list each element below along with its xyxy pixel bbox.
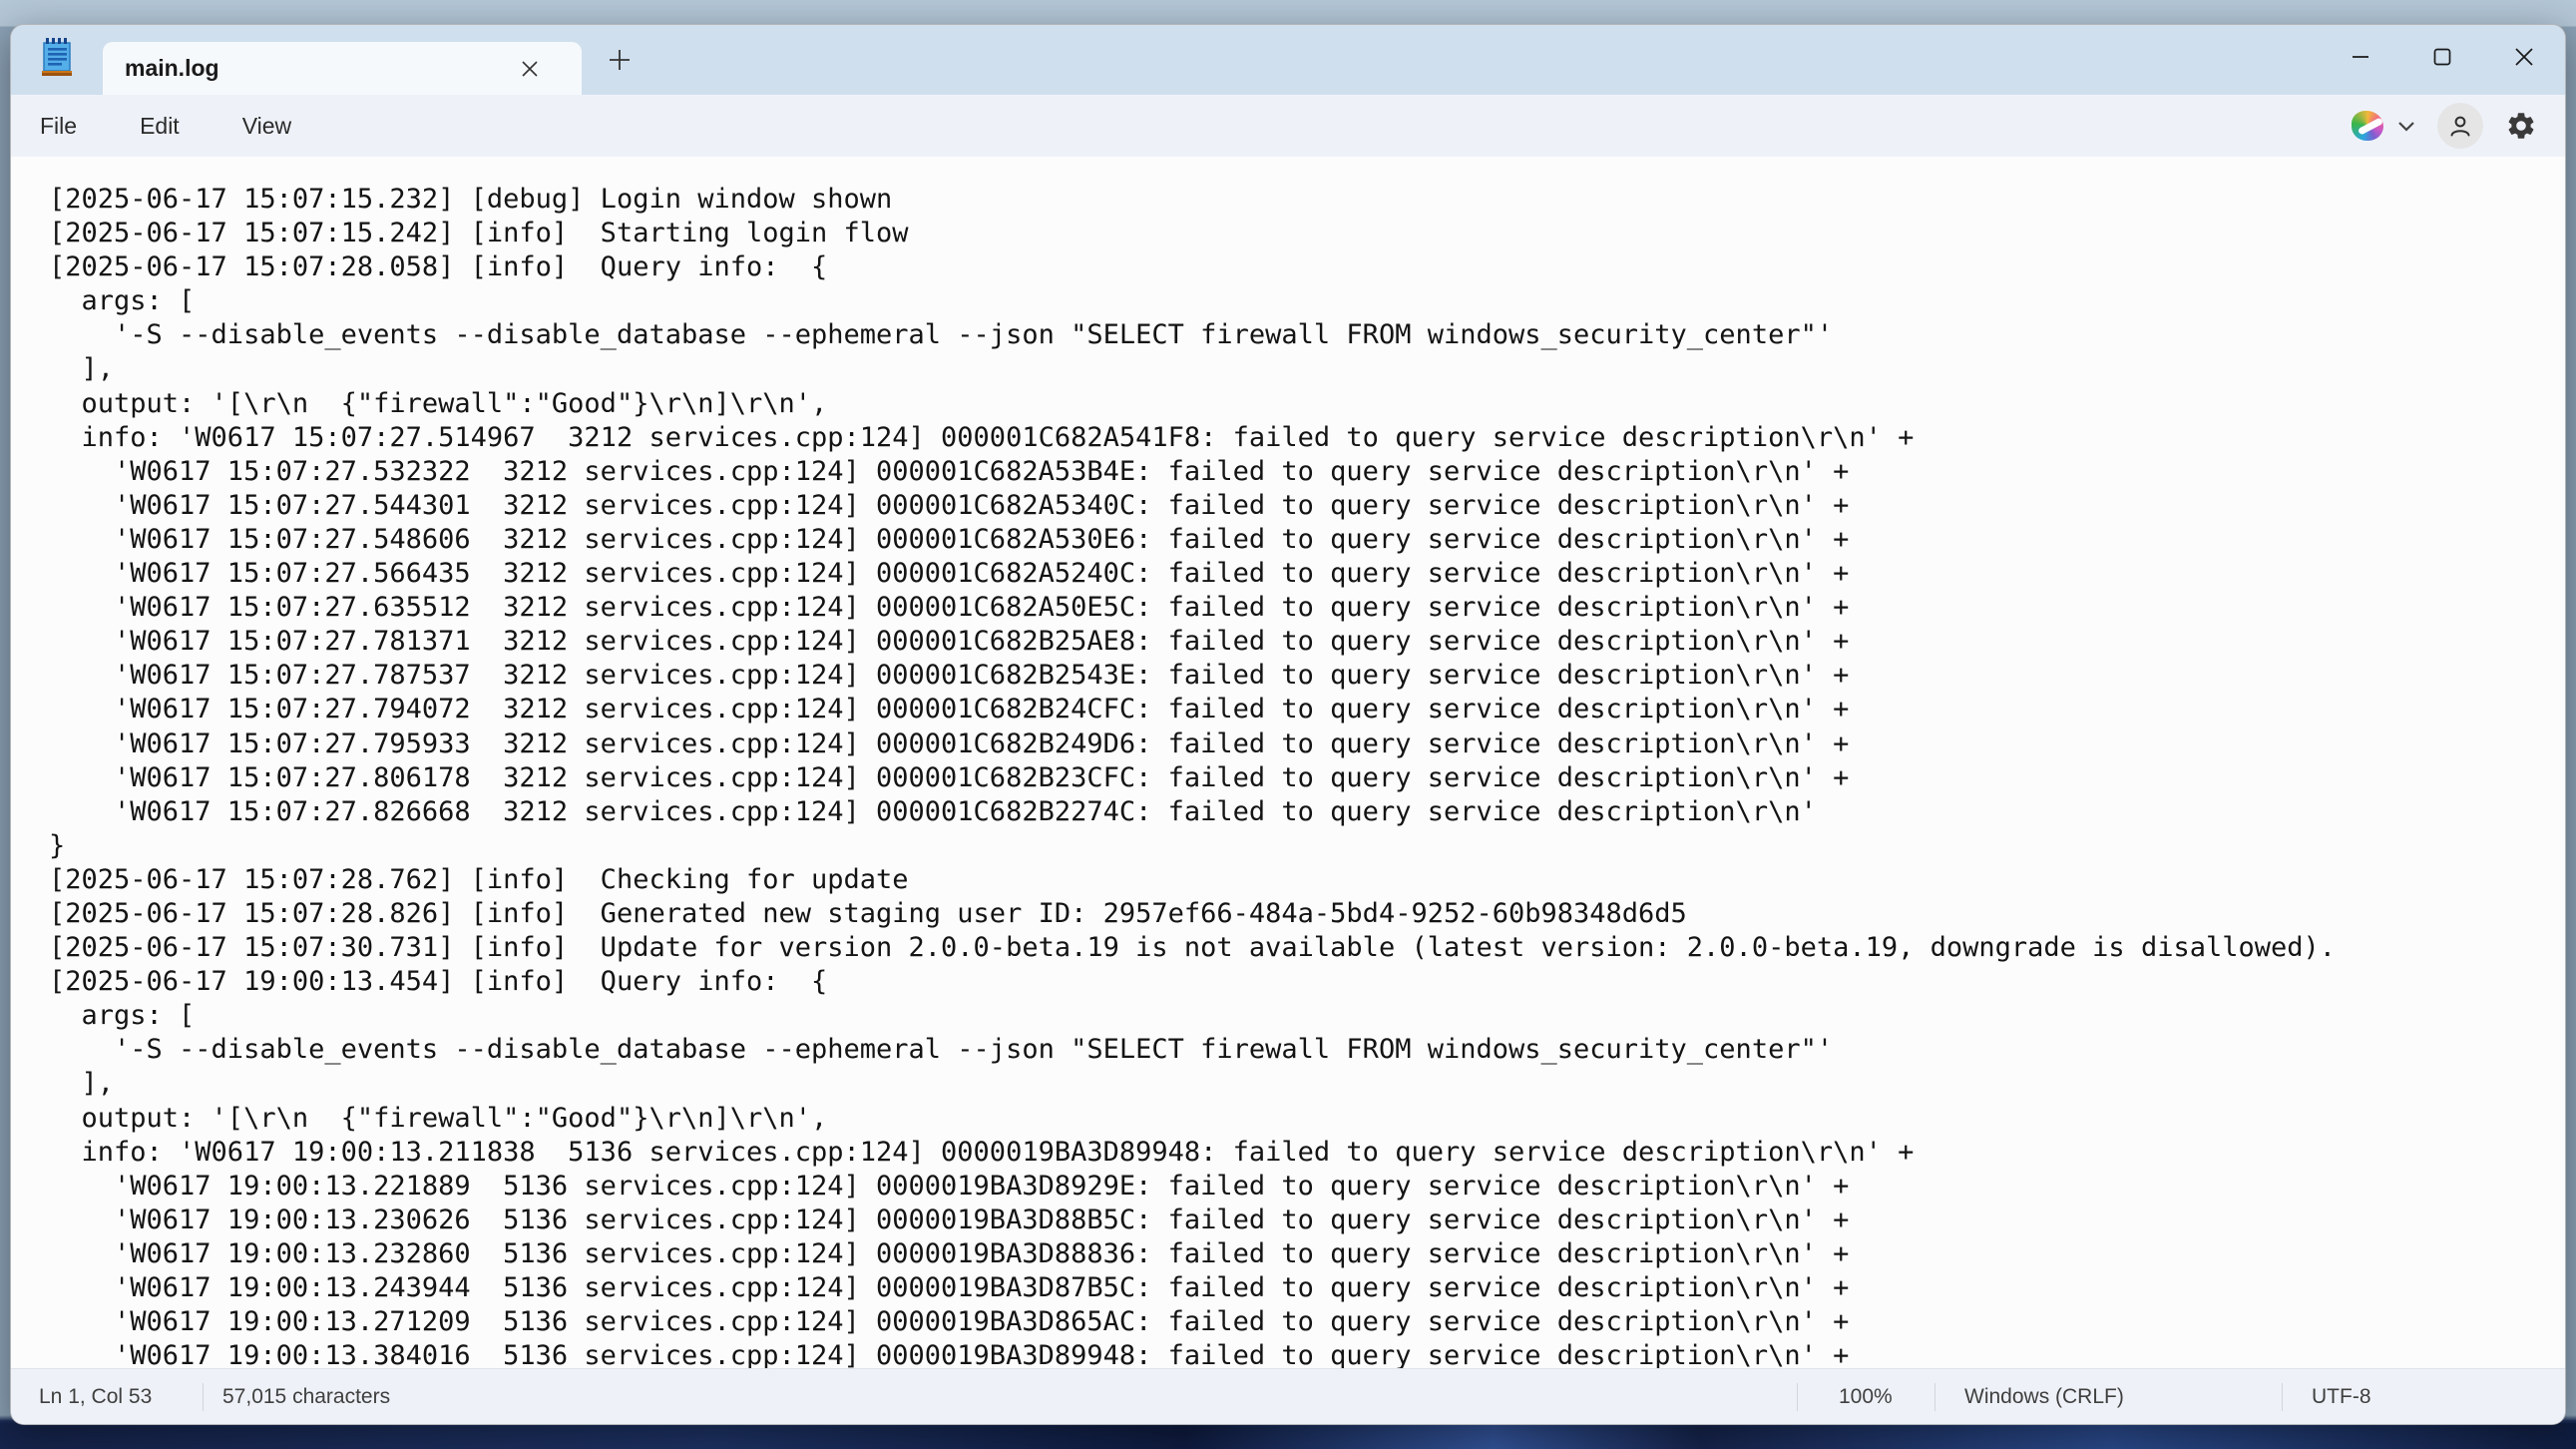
desktop-taskbar-area [0,1423,2576,1449]
log-line: [2025-06-17 15:07:15.232] [debug] Login … [49,183,2565,217]
menu-view[interactable]: View [221,105,312,148]
minimize-button[interactable] [2320,25,2401,89]
chevron-down-icon [2395,115,2417,137]
status-divider [1797,1383,1798,1411]
status-divider [1934,1383,1935,1411]
log-line: 'W0617 19:00:13.221889 5136 services.cpp… [49,1170,2565,1204]
copilot-icon [2352,111,2383,141]
log-line: 'W0617 19:00:13.384016 5136 services.cpp… [49,1339,2565,1368]
settings-button[interactable] [2497,102,2545,150]
log-line: 'W0617 15:07:27.826668 3212 services.cpp… [49,795,2565,829]
tab-close-button[interactable] [510,49,550,89]
log-line: [2025-06-17 15:07:28.058] [info] Query i… [49,250,2565,284]
status-cursor-position: Ln 1, Col 53 [39,1385,152,1409]
log-line: info: 'W0617 15:07:27.514967 3212 servic… [49,421,2565,455]
tab-title: main.log [125,55,219,82]
maximize-icon [2431,46,2453,68]
app-icon-slot [11,25,103,95]
log-line: [2025-06-17 15:07:28.826] [info] Generat… [49,897,2565,931]
account-button[interactable] [2437,103,2483,149]
status-zoom-level[interactable]: 100% [1839,1385,1893,1409]
log-line: 'W0617 15:07:27.806178 3212 services.cpp… [49,761,2565,795]
log-line: '-S --disable_events --disable_database … [49,318,2565,352]
notepad-window: main.log [10,24,2566,1425]
log-line: 'W0617 15:07:27.566435 3212 services.cpp… [49,557,2565,591]
menu-file[interactable]: File [19,105,98,148]
log-line: 'W0617 19:00:13.232860 5136 services.cpp… [49,1237,2565,1271]
status-divider [2282,1383,2283,1411]
copilot-button[interactable] [2346,107,2423,145]
log-line: [2025-06-17 15:07:15.242] [info] Startin… [49,217,2565,250]
new-tab-button[interactable] [598,38,642,82]
tab-main-log[interactable]: main.log [103,42,582,95]
log-line: output: '[\r\n {"firewall":"Good"}\r\n]\… [49,387,2565,421]
status-encoding[interactable]: UTF-8 [2312,1385,2371,1409]
notepad-app-icon [39,37,75,84]
log-line: } [49,829,2565,863]
menubar: File Edit View [11,95,2565,157]
minimize-icon [2350,46,2371,68]
plus-icon [608,48,632,72]
close-icon [2512,45,2536,69]
log-line: 'W0617 15:07:27.635512 3212 services.cpp… [49,591,2565,625]
text-editor-area[interactable]: [2025-06-17 15:07:15.232] [debug] Login … [11,157,2565,1368]
log-line: [2025-06-17 15:07:30.731] [info] Update … [49,931,2565,965]
close-window-button[interactable] [2483,25,2565,89]
status-divider [203,1383,204,1411]
log-line: 'W0617 15:07:27.795933 3212 services.cpp… [49,727,2565,761]
titlebar[interactable]: main.log [11,25,2565,95]
log-line: [2025-06-17 19:00:13.454] [info] Query i… [49,965,2565,999]
maximize-button[interactable] [2401,25,2483,89]
log-line: 'W0617 19:00:13.271209 5136 services.cpp… [49,1305,2565,1339]
menu-edit[interactable]: Edit [119,105,201,148]
gear-icon [2505,110,2537,142]
log-line: 'W0617 15:07:27.781371 3212 services.cpp… [49,625,2565,659]
log-line: 'W0617 19:00:13.230626 5136 services.cpp… [49,1204,2565,1237]
log-line: 'W0617 15:07:27.787537 3212 services.cpp… [49,659,2565,693]
log-line: info: 'W0617 19:00:13.211838 5136 servic… [49,1136,2565,1170]
log-line: 'W0617 15:07:27.548606 3212 services.cpp… [49,523,2565,557]
log-line: 'W0617 15:07:27.794072 3212 services.cpp… [49,693,2565,726]
log-line: '-S --disable_events --disable_database … [49,1033,2565,1067]
log-line: 'W0617 15:07:27.532322 3212 services.cpp… [49,455,2565,489]
person-icon [2447,113,2473,139]
statusbar: Ln 1, Col 53 57,015 characters 100% Wind… [11,1368,2565,1424]
log-line: ], [49,1067,2565,1101]
log-line: 'W0617 19:00:13.243944 5136 services.cpp… [49,1271,2565,1305]
log-line: [2025-06-17 15:07:28.762] [info] Checkin… [49,863,2565,897]
log-line: output: '[\r\n {"firewall":"Good"}\r\n]\… [49,1102,2565,1136]
menubar-right-controls [2346,95,2545,157]
close-icon [520,59,540,79]
caption-buttons [2320,25,2565,89]
status-line-ending[interactable]: Windows (CRLF) [1964,1385,2124,1409]
log-line: args: [ [49,999,2565,1033]
log-line: 'W0617 15:07:27.544301 3212 services.cpp… [49,489,2565,523]
log-line: ], [49,352,2565,386]
log-content: [2025-06-17 15:07:15.232] [debug] Login … [49,183,2565,1368]
status-character-count: 57,015 characters [222,1385,390,1409]
log-line: args: [ [49,284,2565,318]
